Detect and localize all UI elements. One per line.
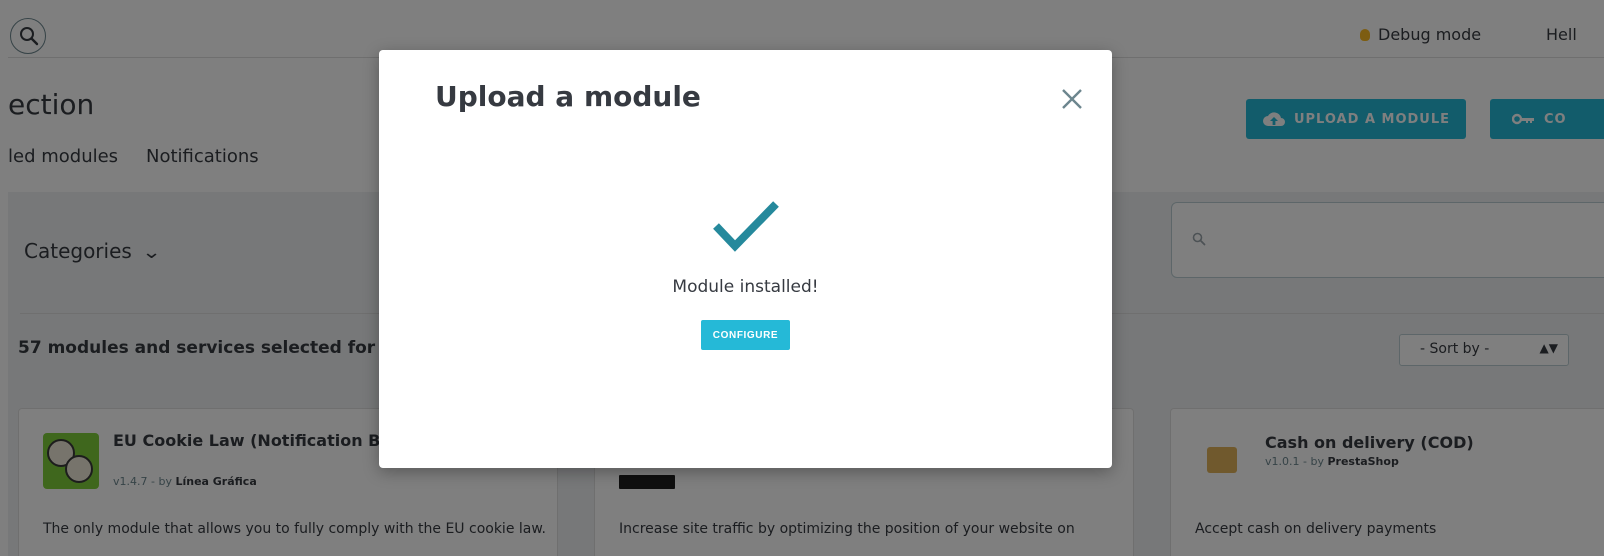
install-status-message: Module installed! (672, 277, 819, 297)
upload-module-modal: Upload a module Module installed! CONFIG… (379, 50, 1112, 468)
modal-title: Upload a module (435, 80, 701, 113)
close-icon[interactable] (1057, 84, 1087, 114)
checkmark-icon (713, 201, 779, 252)
configure-button[interactable]: CONFIGURE (701, 320, 790, 350)
